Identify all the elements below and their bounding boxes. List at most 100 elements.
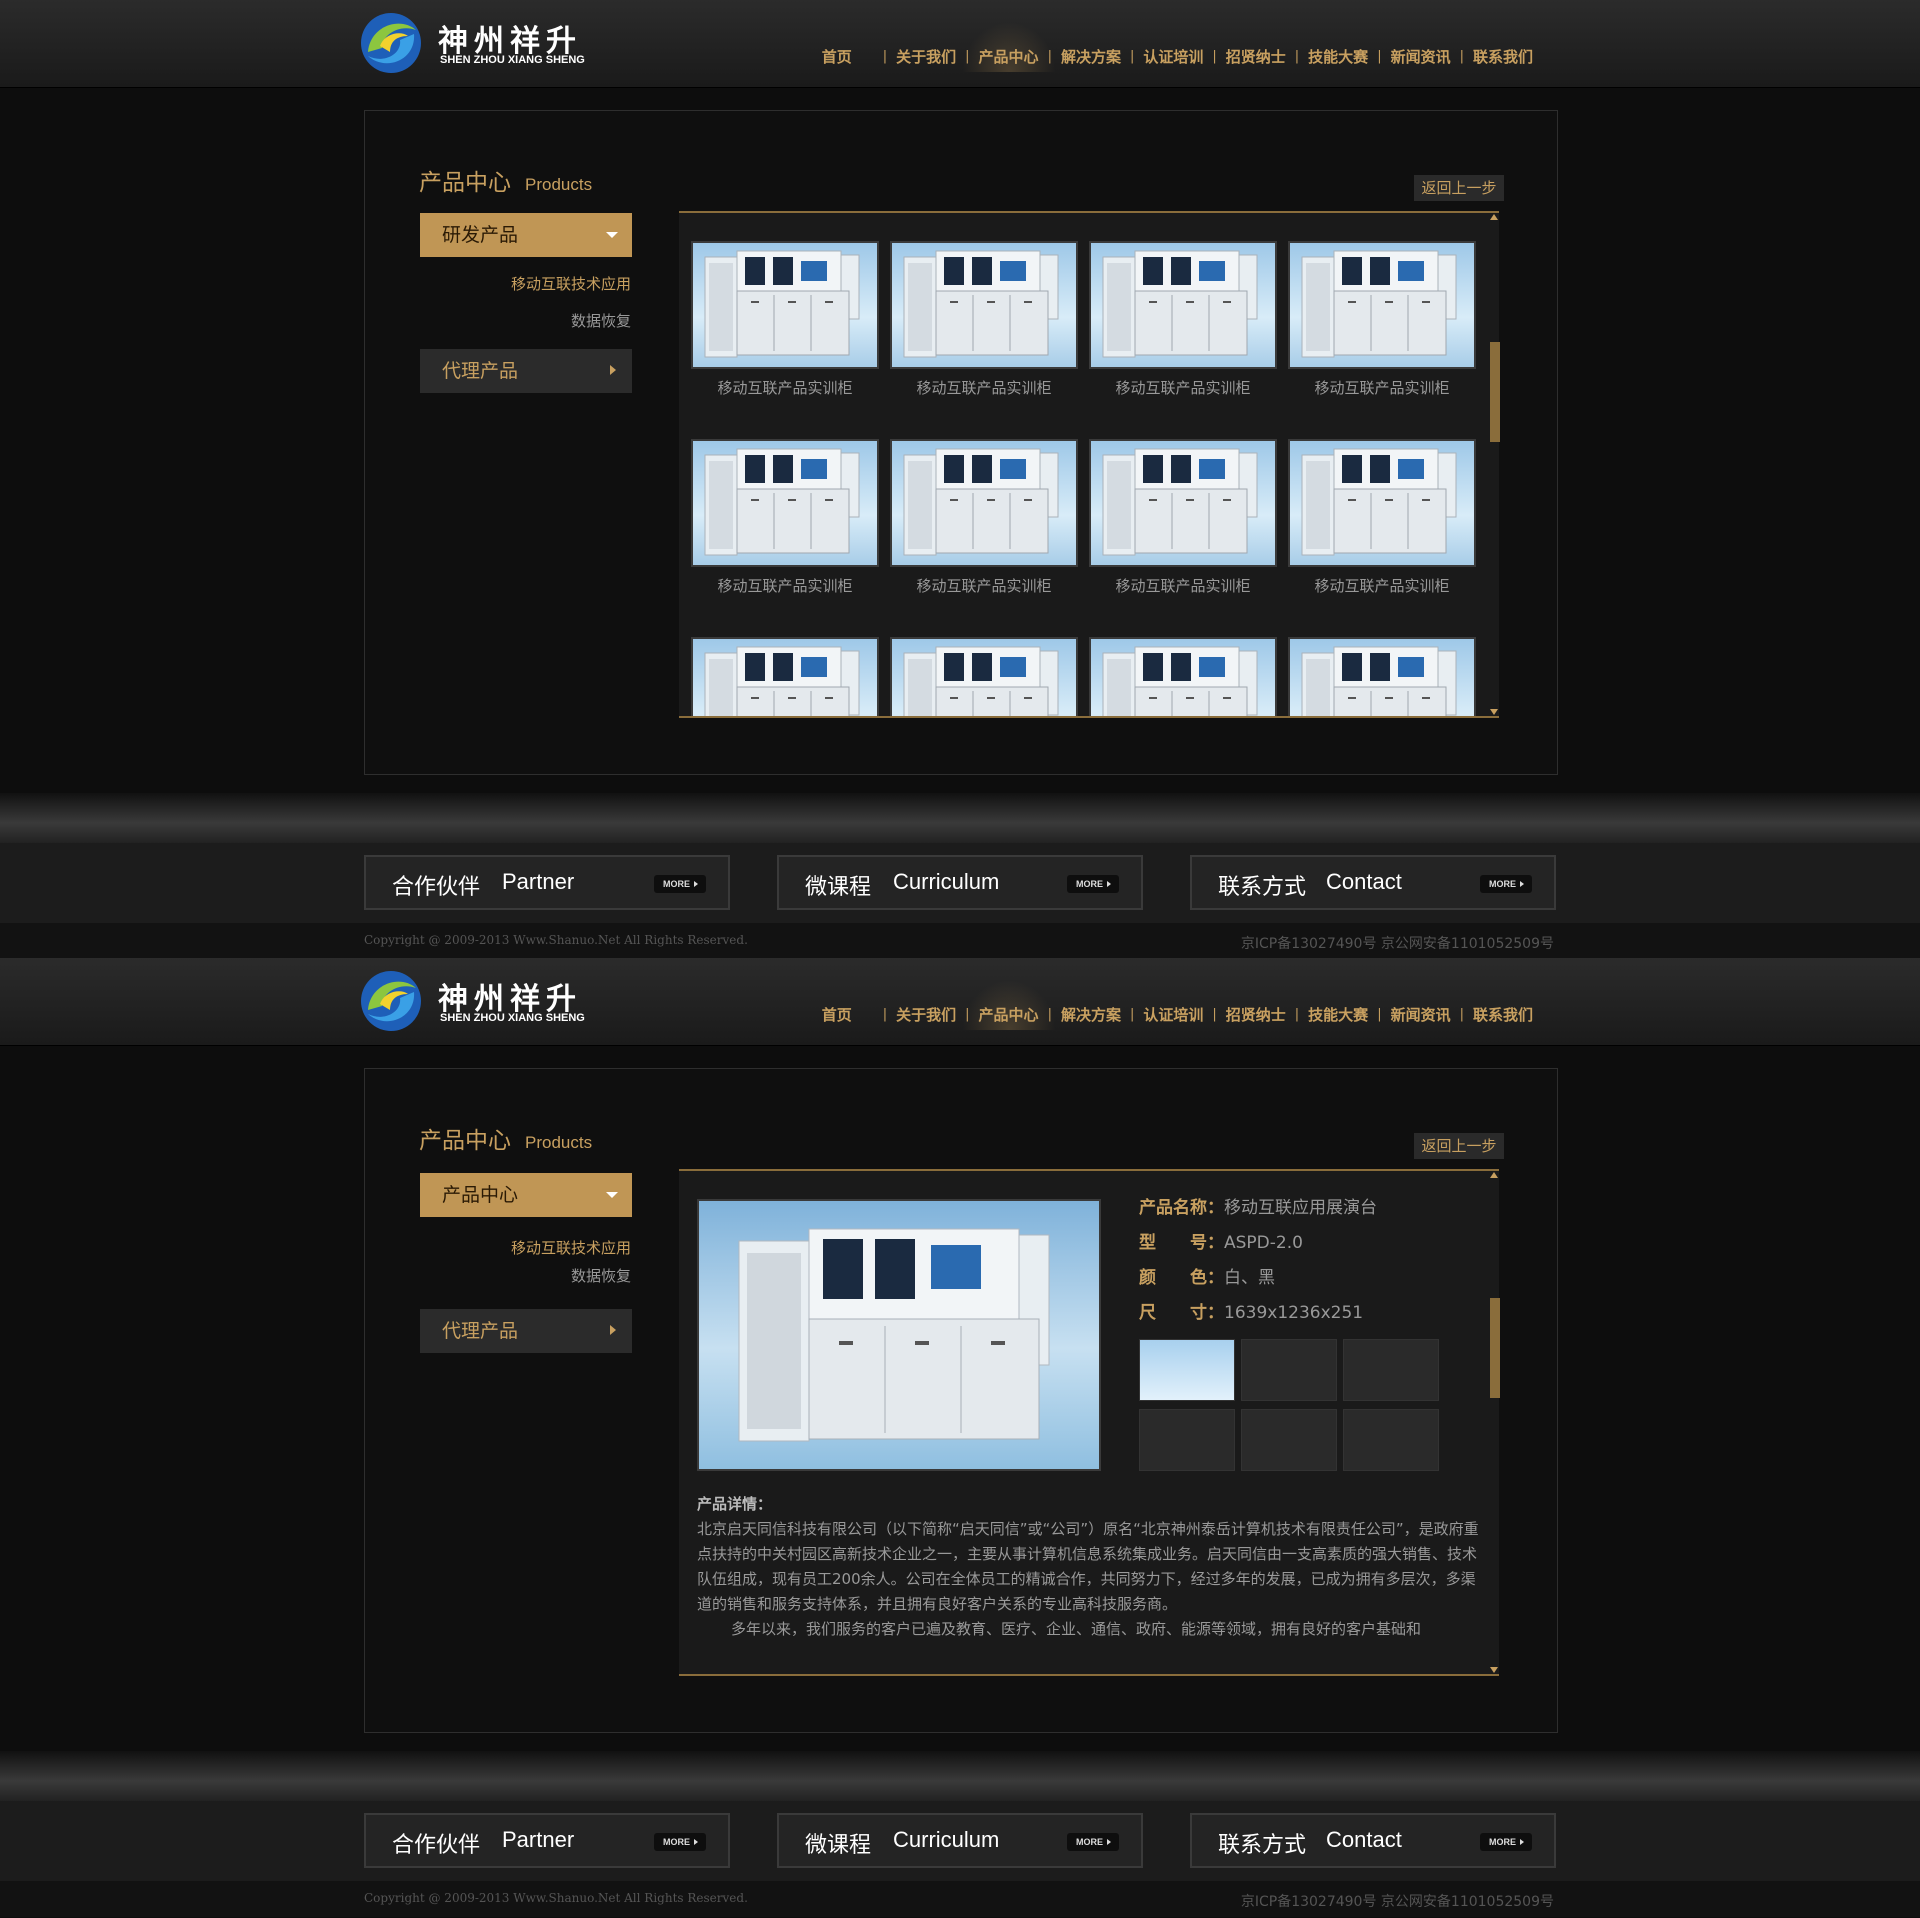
nav-contact[interactable]: 联系我们	[1466, 1004, 1540, 1025]
footer-contact-box[interactable]: 联系方式 Contact MORE	[1190, 1813, 1556, 1868]
product-thumbnail[interactable]	[691, 241, 879, 369]
subcategory-data-recovery[interactable]: 数据恢复	[571, 1265, 631, 1286]
cabinet-thumbnail-icon	[903, 646, 1059, 716]
site-logo[interactable]: 神州祥升 SHEN ZHOU XIANG SHENG	[360, 968, 610, 1036]
more-button[interactable]: MORE	[1480, 1833, 1532, 1851]
nav-contest[interactable]: 技能大赛	[1301, 46, 1375, 67]
nav-products[interactable]: 产品中心	[961, 22, 1056, 72]
back-button[interactable]: 返回上一步	[1414, 175, 1504, 201]
product-card[interactable]	[1089, 637, 1277, 716]
nav-contact[interactable]: 联系我们	[1466, 46, 1540, 67]
nav-news[interactable]: 新闻资讯	[1384, 1004, 1458, 1025]
product-thumbnail[interactable]	[1089, 241, 1277, 369]
product-thumbnail[interactable]	[691, 439, 879, 567]
category-agency-products[interactable]: 代理产品	[420, 349, 632, 393]
footer-contact-box[interactable]: 联系方式 Contact MORE	[1190, 855, 1556, 910]
subcategory-mobile-internet[interactable]: 移动互联技术应用	[511, 1237, 631, 1258]
nav-solutions[interactable]: 解决方案	[1054, 46, 1128, 67]
product-card[interactable]	[1288, 637, 1476, 716]
copyright-text: Copyright @ 2009-2013 Www.Shanuo.Net All…	[364, 1891, 748, 1905]
gallery-thumb[interactable]	[1139, 1409, 1235, 1471]
nav-home[interactable]: 首页	[815, 1004, 859, 1025]
product-card[interactable]: 移动互联产品实训柜	[890, 241, 1078, 398]
scrollbar[interactable]	[1489, 1170, 1500, 1675]
detail-paragraph: 北京启天同信科技有限公司（以下简称“启天同信”或“公司”）原名“北京神州泰岳计算…	[697, 1520, 1479, 1613]
icp-text[interactable]: 京ICP备13027490号 京公网安备1101052509号	[1241, 933, 1554, 953]
product-caption[interactable]: 移动互联产品实训柜	[1288, 575, 1476, 596]
cabinet-thumbnail-icon	[1102, 646, 1258, 716]
product-thumbnail[interactable]	[890, 637, 1078, 716]
category-agency-products[interactable]: 代理产品	[420, 1309, 632, 1353]
main-nav: 首页 | 关于我们 | 产品中心 | 解决方案 | 认证培训 | 招贤纳士 | 技能大赛 | …	[815, 22, 1540, 72]
scroll-up-icon[interactable]	[1490, 1172, 1498, 1178]
scroll-thumb[interactable]	[1490, 342, 1500, 442]
product-card[interactable]: 移动互联产品实训柜	[1089, 439, 1277, 596]
product-caption[interactable]: 移动互联产品实训柜	[1288, 377, 1476, 398]
cabinet-thumbnail-icon	[903, 250, 1059, 358]
scroll-thumb[interactable]	[1490, 1298, 1500, 1398]
product-thumbnail[interactable]	[1288, 637, 1476, 716]
back-button[interactable]: 返回上一步	[1414, 1133, 1504, 1159]
product-thumbnail[interactable]	[890, 241, 1078, 369]
more-button[interactable]: MORE	[654, 1833, 706, 1851]
nav-careers[interactable]: 招贤纳士	[1219, 1004, 1293, 1025]
product-card[interactable]: 移动互联产品实训柜	[691, 439, 879, 596]
cabinet-thumbnail-icon	[704, 646, 860, 716]
scroll-down-icon[interactable]	[1490, 709, 1498, 715]
category-rd-products[interactable]: 研发产品	[420, 213, 632, 257]
more-button[interactable]: MORE	[1067, 875, 1119, 893]
gallery-thumb[interactable]	[1241, 1339, 1337, 1401]
footer-curriculum-box[interactable]: 微课程 Curriculum MORE	[777, 855, 1143, 910]
more-button[interactable]: MORE	[1067, 1833, 1119, 1851]
scrollbar[interactable]	[1489, 212, 1500, 717]
subcategory-data-recovery[interactable]: 数据恢复	[571, 310, 631, 331]
nav-home[interactable]: 首页	[815, 46, 859, 67]
section-title-cn: 产品中心	[419, 1128, 511, 1154]
product-caption[interactable]: 移动互联产品实训柜	[890, 575, 1078, 596]
nav-contest[interactable]: 技能大赛	[1301, 1004, 1375, 1025]
product-card[interactable]: 移动互联产品实训柜	[1288, 439, 1476, 596]
product-thumbnail[interactable]	[1089, 439, 1277, 567]
product-card[interactable]	[890, 637, 1078, 716]
nav-about[interactable]: 关于我们	[889, 46, 963, 67]
product-card[interactable]: 移动互联产品实训柜	[1288, 241, 1476, 398]
nav-solutions[interactable]: 解决方案	[1054, 1004, 1128, 1025]
product-caption[interactable]: 移动互联产品实训柜	[1089, 575, 1277, 596]
subcategory-mobile-internet[interactable]: 移动互联技术应用	[511, 273, 631, 294]
gallery-thumb[interactable]	[1343, 1339, 1439, 1401]
gallery-thumb[interactable]	[1343, 1409, 1439, 1471]
more-button[interactable]: MORE	[654, 875, 706, 893]
footer-curriculum-box[interactable]: 微课程 Curriculum MORE	[777, 1813, 1143, 1868]
product-card[interactable]: 移动互联产品实训柜	[691, 241, 879, 398]
section-title: 产品中心 Products	[419, 163, 592, 197]
site-logo[interactable]: 神州祥升 SHEN ZHOU XIANG SHENG	[360, 10, 610, 78]
nav-careers[interactable]: 招贤纳士	[1219, 46, 1293, 67]
product-caption[interactable]: 移动互联产品实训柜	[1089, 377, 1277, 398]
product-card[interactable]	[691, 637, 879, 716]
product-caption[interactable]: 移动互联产品实训柜	[691, 575, 879, 596]
product-caption[interactable]: 移动互联产品实训柜	[691, 377, 879, 398]
product-thumbnail[interactable]	[691, 637, 879, 716]
category-product-center[interactable]: 产品中心	[420, 1173, 632, 1217]
product-thumbnail[interactable]	[1288, 439, 1476, 567]
product-thumbnail[interactable]	[890, 439, 1078, 567]
footer-partner-box[interactable]: 合作伙伴 Partner MORE	[364, 855, 730, 910]
footer-title-en: Curriculum	[893, 869, 1000, 894]
icp-text[interactable]: 京ICP备13027490号 京公网安备1101052509号	[1241, 1891, 1554, 1911]
nav-training[interactable]: 认证培训	[1136, 46, 1210, 67]
gallery-thumb[interactable]	[1139, 1339, 1235, 1401]
product-thumbnail[interactable]	[1089, 637, 1277, 716]
product-thumbnail[interactable]	[1288, 241, 1476, 369]
more-button[interactable]: MORE	[1480, 875, 1532, 893]
nav-products[interactable]: 产品中心	[961, 980, 1056, 1030]
product-card[interactable]: 移动互联产品实训柜	[890, 439, 1078, 596]
nav-training[interactable]: 认证培训	[1136, 1004, 1210, 1025]
footer-partner-box[interactable]: 合作伙伴 Partner MORE	[364, 1813, 730, 1868]
nav-news[interactable]: 新闻资讯	[1384, 46, 1458, 67]
scroll-down-icon[interactable]	[1490, 1667, 1498, 1673]
nav-about[interactable]: 关于我们	[889, 1004, 963, 1025]
product-caption[interactable]: 移动互联产品实训柜	[890, 377, 1078, 398]
product-card[interactable]: 移动互联产品实训柜	[1089, 241, 1277, 398]
gallery-thumb[interactable]	[1241, 1409, 1337, 1471]
scroll-up-icon[interactable]	[1490, 214, 1498, 220]
